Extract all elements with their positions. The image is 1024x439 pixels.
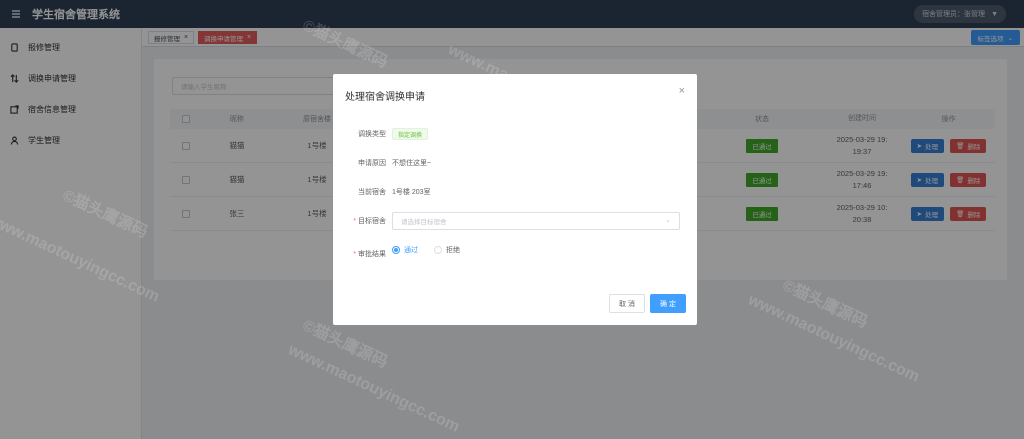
target-placeholder: 请选择目标宿舍 xyxy=(401,219,447,226)
close-icon[interactable]: × xyxy=(679,85,685,97)
form-row-target: * 目标宿舍 请选择目标宿舍 ⌄ xyxy=(333,212,680,230)
current-value: 1号楼 203室 xyxy=(392,189,431,196)
radio-reject[interactable]: 拒绝 xyxy=(434,245,460,255)
current-label: 当前宿舍 xyxy=(358,189,386,196)
dialog-title: 处理宿舍调换申请 xyxy=(345,92,425,103)
cancel-button[interactable]: 取 消 xyxy=(609,294,645,313)
form-row-type: 调换类型 指定调换 xyxy=(333,128,429,140)
required-mark: * xyxy=(353,218,356,225)
target-dorm-select[interactable]: 请选择目标宿舍 ⌄ xyxy=(392,212,680,230)
target-label: * 目标宿舍 xyxy=(353,218,386,225)
radio-approve[interactable]: 通过 xyxy=(392,245,418,255)
chevron-down-icon: ⌄ xyxy=(665,217,671,224)
type-label: 调换类型 xyxy=(358,131,386,138)
type-tag: 指定调换 xyxy=(392,128,429,140)
form-row-reason: 申请原因 不想住这里~ xyxy=(333,158,431,168)
result-label: * 审批结果 xyxy=(353,251,386,258)
confirm-button[interactable]: 确 定 xyxy=(650,294,686,313)
radio-dot xyxy=(434,246,442,254)
radio-dot xyxy=(392,246,400,254)
required-mark: * xyxy=(353,251,356,258)
reason-value: 不想住这里~ xyxy=(392,160,432,167)
process-transfer-dialog: 处理宿舍调换申请 × 调换类型 指定调换 申请原因 不想住这里~ 当前宿舍 1号… xyxy=(333,74,697,325)
form-row-result: * 审批结果 通过 拒绝 xyxy=(333,241,476,259)
reason-label: 申请原因 xyxy=(358,160,386,167)
form-row-current: 当前宿舍 1号楼 203室 xyxy=(333,187,431,197)
